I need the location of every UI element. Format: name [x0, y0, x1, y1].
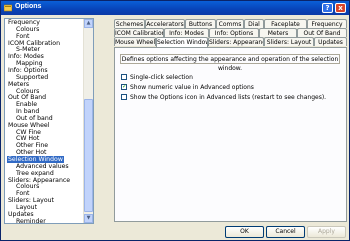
- tab-accelerators[interactable]: Accelerators: [145, 19, 185, 28]
- close-button[interactable]: x: [335, 3, 346, 13]
- selection-window-panel: Defines options affecting the appearance…: [114, 47, 347, 222]
- cancel-button[interactable]: Cancel: [266, 226, 305, 238]
- tab-meters[interactable]: Meters: [259, 28, 297, 37]
- scroll-down-arrow-icon[interactable]: ▼: [84, 214, 93, 223]
- scroll-thumb[interactable]: [84, 99, 93, 212]
- tab-buttons[interactable]: Buttons: [185, 19, 216, 28]
- tab-sliders-appearance[interactable]: Sliders: Appearance: [208, 37, 264, 46]
- scroll-up-arrow-icon[interactable]: ▲: [84, 19, 93, 28]
- single-click-checkbox[interactable]: [121, 73, 127, 80]
- ok-button[interactable]: OK: [225, 226, 264, 238]
- apply-button[interactable]: Apply: [307, 226, 346, 238]
- options-app-icon: [4, 4, 12, 12]
- option-label: Show numeric value in Advanced options: [130, 84, 254, 91]
- option-label: Show the Options icon in Advanced lists …: [130, 94, 327, 101]
- window-title: Options: [15, 3, 42, 10]
- options-window: Options ? x Frequency Colours Font ICOM Cal…: [0, 0, 350, 241]
- title-bar[interactable]: Options ? x: [1, 1, 349, 15]
- option-show-numeric[interactable]: ✓ Show numeric value in Advanced options: [121, 83, 254, 92]
- tab-info-options[interactable]: Info: Options: [209, 28, 259, 37]
- panel-description: Defines options affecting the appearance…: [120, 54, 340, 72]
- tab-schemes[interactable]: Schemes: [114, 19, 145, 28]
- show-numeric-checkbox[interactable]: ✓: [121, 83, 127, 90]
- tree-scrollbar[interactable]: ▲ ▼: [83, 19, 93, 223]
- tab-sliders-layout[interactable]: Sliders: Layout: [264, 37, 314, 46]
- option-single-click[interactable]: Single-click selection: [121, 73, 193, 82]
- help-button[interactable]: ?: [322, 3, 333, 13]
- tab-comms[interactable]: Comms: [216, 19, 244, 28]
- tree-item[interactable]: Reminder: [5, 217, 93, 224]
- tab-icom-calibration[interactable]: ICOM Calibration: [114, 28, 164, 37]
- tab-faceplate[interactable]: Faceplate: [264, 19, 307, 28]
- tab-updates[interactable]: Updates: [314, 37, 347, 46]
- tab-dial[interactable]: Dial: [244, 19, 264, 28]
- tab-mouse-wheel[interactable]: Mouse Wheel: [114, 37, 156, 46]
- option-label: Single-click selection: [130, 74, 193, 81]
- tab-selection-window[interactable]: Selection Window: [156, 37, 208, 47]
- show-options-icon-checkbox[interactable]: [121, 93, 127, 100]
- tab-out-of-band[interactable]: Out Of Band: [297, 28, 347, 37]
- tab-frequency[interactable]: Frequency: [307, 19, 347, 28]
- options-tree[interactable]: Frequency Colours Font ICOM Calibration S-Me…: [4, 18, 94, 224]
- tree-item-label: Reminder: [16, 217, 46, 224]
- tab-info-modes[interactable]: Info: Modes: [164, 28, 209, 37]
- option-show-options-icon[interactable]: Show the Options icon in Advanced lists …: [121, 93, 327, 102]
